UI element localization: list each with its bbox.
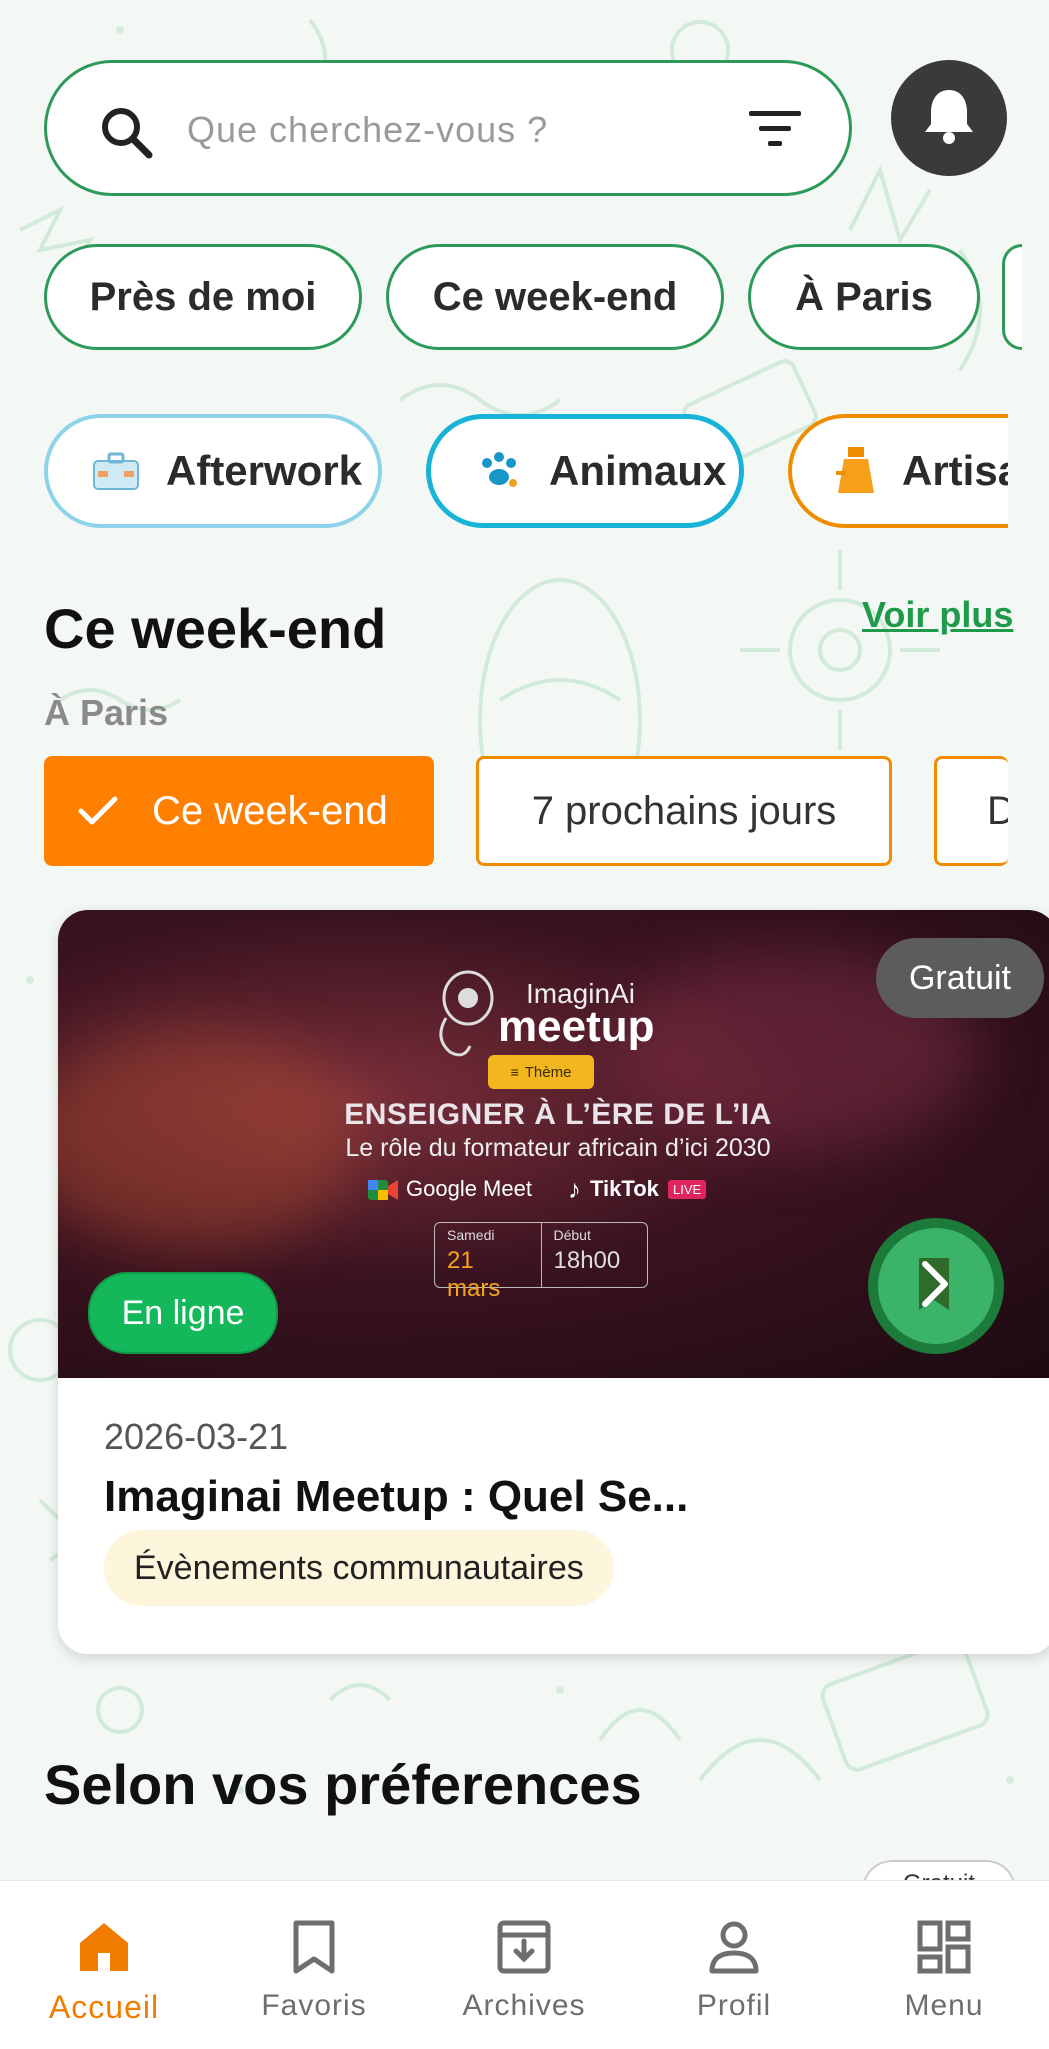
chip-paris[interactable]: À Paris [748,244,980,350]
nav-accueil[interactable]: Accueil [14,1881,194,2049]
poster-day-cell: Samedi 21 mars [435,1223,541,1302]
tiktok-icon: ♪ [568,1174,581,1204]
poster-time-value: 18h00 [553,1247,621,1274]
search-input[interactable]: Que cherchez-vous ? [187,109,548,151]
poster-theme-label: Thème [524,1063,572,1081]
bookmark-icon [286,1919,342,1975]
poster-date-box: Samedi 21 mars Début 18h00 [434,1222,648,1302]
period-next-7-days[interactable]: 7 prochains jours [476,756,892,866]
event-category-tag: Évènements communautaires [104,1530,614,1606]
poster-brand-big: meetup [498,1002,655,1051]
price-badge: Gratuit [876,938,1044,1018]
check-icon [78,796,118,826]
poster-headline: ENSEIGNER À L’ÈRE DE L’IA [344,1098,772,1131]
category-label: Artisa [902,447,1008,494]
briefcase-icon [90,445,142,497]
period-partial[interactable]: D [934,756,1008,866]
person-icon [706,1919,762,1975]
poster-day-value: 21 mars [447,1247,501,1302]
period-this-weekend[interactable]: Ce week-end [44,756,434,866]
chip-label: Près de moi [89,274,317,319]
next-event-button[interactable] [868,1218,1004,1354]
search-bar[interactable]: Que cherchez-vous ? [44,60,852,196]
microphone-icon [428,968,498,1063]
poster-platforms: Google Meet ♪ TikTok LIVE [368,1172,768,1212]
nav-menu[interactable]: Menu [854,1881,1034,2049]
period-label: D [987,789,1008,834]
category-artisanat[interactable]: Artisa [788,414,1008,528]
nav-label: Profil [696,1989,772,2022]
nav-favoris[interactable]: Favoris [224,1881,404,2049]
platform-tiktok: TikTok [590,1176,659,1201]
list-icon: ≡ [510,1064,519,1080]
filter-icon[interactable] [747,107,803,156]
search-icon [99,105,155,166]
paw-icon [473,445,525,497]
section-title-weekend: Ce week-end [44,597,387,660]
vase-icon [834,445,878,497]
chip-near-me[interactable]: Près de moi [44,244,362,350]
archive-icon [496,1919,552,1975]
section-subtitle-location: À Paris [44,692,169,733]
online-badge: En ligne [88,1272,278,1354]
chevron-right-icon [911,1254,961,1319]
google-meet-icon [368,1178,398,1208]
see-more-link[interactable]: Voir plus [862,594,1013,636]
nav-profil[interactable]: Profil [644,1881,824,2049]
event-poster: ImaginAi meetup ≡ Thème ENSEIGNER À L’ÈR… [58,910,1049,1378]
bottom-navigation: Accueil Favoris Archives Profil Menu [0,1880,1049,2049]
dashboard-icon [916,1919,972,1975]
event-date: 2026-03-21 [104,1416,289,1457]
category-afterwork[interactable]: Afterwork [44,414,382,528]
nav-archives[interactable]: Archives [434,1881,614,2049]
bell-icon [921,86,977,151]
poster-time-label: Début [553,1227,591,1243]
event-title[interactable]: Imaginai Meetup : Quel Se... [104,1472,688,1522]
nav-label: Accueil [48,1989,160,2025]
notifications-button[interactable] [891,60,1007,176]
chip-label: À Paris [795,274,933,319]
event-card[interactable]: ImaginAi meetup ≡ Thème ENSEIGNER À L’ÈR… [58,910,1049,1654]
nav-label: Archives [462,1989,586,2022]
chip-this-weekend[interactable]: Ce week-end [386,244,724,350]
period-label: 7 prochains jours [531,788,837,833]
home-icon [76,1919,132,1975]
period-label: Ce week-end [152,788,388,833]
poster-theme-pill: ≡ Thème [488,1055,594,1089]
nav-label: Menu [904,1989,984,2022]
live-badge: LIVE [668,1180,707,1199]
poster-subheadline: Le rôle du formateur africain d’ici 2030 [345,1134,771,1162]
section-title-preferences: Selon vos préferences [44,1753,642,1816]
category-label: Afterwork [166,447,363,494]
poster-logo: ImaginAi meetup [428,968,728,1057]
poster-time-cell: Début 18h00 [540,1223,648,1287]
nav-label: Favoris [261,1989,367,2022]
chip-partial[interactable] [1002,244,1022,350]
category-label: Animaux [549,447,727,494]
platform-google-meet: Google Meet [406,1176,532,1201]
poster-day-label: Samedi [447,1227,495,1243]
chip-label: Ce week-end [432,274,678,319]
category-animaux[interactable]: Animaux [426,414,744,528]
